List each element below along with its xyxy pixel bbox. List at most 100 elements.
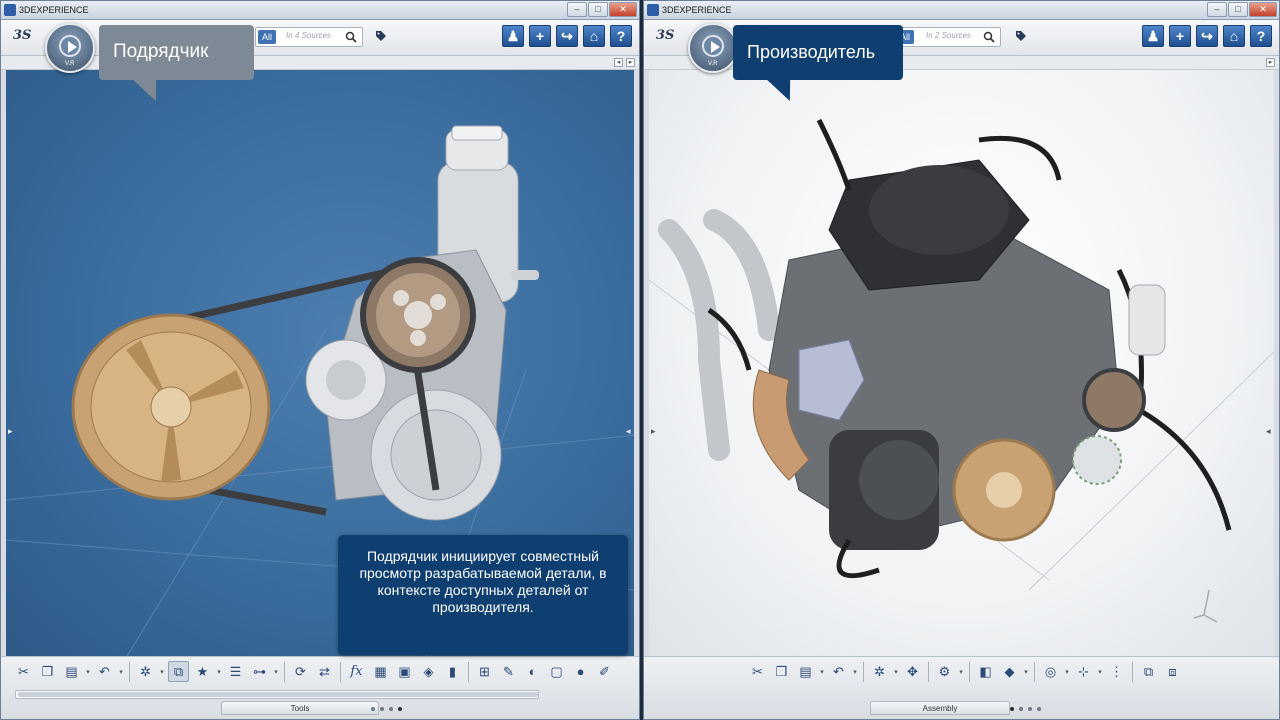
- tag-icon[interactable]: [1015, 30, 1027, 42]
- expand-right-icon[interactable]: ◂: [1266, 426, 1272, 438]
- formula-icon[interactable]: fx: [346, 661, 367, 682]
- copy-icon[interactable]: ❐: [37, 661, 58, 682]
- layers-icon[interactable]: ⧈: [1162, 661, 1183, 682]
- link-icon[interactable]: ⧉: [1138, 661, 1159, 682]
- refresh-icon[interactable]: ⟳: [290, 661, 311, 682]
- chevron-down-icon[interactable]: ▾: [85, 661, 91, 682]
- chevron-down-icon[interactable]: ▾: [819, 661, 825, 682]
- explode-icon[interactable]: ✥: [902, 661, 923, 682]
- search-icon[interactable]: [345, 31, 357, 43]
- chevron-down-icon[interactable]: ▾: [216, 661, 222, 682]
- minimize-button[interactable]: –: [1207, 2, 1227, 17]
- add-icon[interactable]: +: [529, 25, 551, 47]
- chevron-down-icon[interactable]: ▾: [1064, 661, 1070, 682]
- edit-icon[interactable]: ✎: [498, 661, 519, 682]
- scroll-thumb[interactable]: [18, 692, 538, 697]
- user-icon[interactable]: ♟: [1142, 25, 1164, 47]
- section-icon[interactable]: ◧: [975, 661, 996, 682]
- maximize-button[interactable]: □: [588, 2, 608, 17]
- axis-icon[interactable]: ⊹: [1073, 661, 1094, 682]
- update-icon[interactable]: ✲: [135, 661, 156, 682]
- catalog-icon[interactable]: ⊞: [474, 661, 495, 682]
- pager-dot[interactable]: [371, 707, 375, 711]
- chevron-down-icon[interactable]: ▾: [1023, 661, 1029, 682]
- 3d-viewport[interactable]: ▸ ◂: [649, 70, 1274, 656]
- search-input[interactable]: All In 4 Sources: [255, 27, 363, 47]
- collapse-left-icon[interactable]: ◂: [614, 58, 623, 67]
- play-icon[interactable]: [59, 35, 81, 57]
- material-icon[interactable]: ●: [570, 661, 591, 682]
- search-icon[interactable]: [983, 31, 995, 43]
- 3ds-logo[interactable]: 3S: [656, 28, 674, 43]
- collapse-right-icon[interactable]: ▸: [1266, 58, 1275, 67]
- structure-icon[interactable]: ⋮: [1106, 661, 1127, 682]
- chevron-down-icon[interactable]: ▾: [118, 661, 124, 682]
- rule-icon[interactable]: ◈: [418, 661, 439, 682]
- search-filter-button[interactable]: All: [258, 30, 277, 44]
- pager-dot[interactable]: [389, 707, 393, 711]
- share-icon[interactable]: ↪: [556, 25, 578, 47]
- properties-icon[interactable]: ☰: [225, 661, 246, 682]
- toolbar-scrollbar[interactable]: [15, 690, 539, 699]
- constraint-icon[interactable]: ◐: [522, 661, 543, 682]
- help-icon[interactable]: ?: [610, 25, 632, 47]
- replace-icon[interactable]: ⇄: [314, 661, 335, 682]
- pager-dot-active[interactable]: [1010, 707, 1014, 711]
- pager-dot-active[interactable]: [398, 707, 402, 711]
- tree-icon[interactable]: ⊶: [249, 661, 270, 682]
- engine-assembly-model[interactable]: [649, 70, 1274, 656]
- undo-icon[interactable]: ↶: [94, 661, 115, 682]
- chevron-down-icon[interactable]: ▾: [273, 661, 279, 682]
- expand-left-icon[interactable]: ▸: [651, 426, 657, 438]
- pager-dot[interactable]: [1028, 707, 1032, 711]
- table-icon[interactable]: ▦: [370, 661, 391, 682]
- maximize-button[interactable]: □: [1228, 2, 1248, 17]
- box-icon[interactable]: ▢: [546, 661, 567, 682]
- title-bar[interactable]: 3DEXPERIENCE – □ ✕: [644, 1, 1279, 20]
- chevron-down-icon[interactable]: ▾: [958, 661, 964, 682]
- constraint-icon[interactable]: ⚙: [934, 661, 955, 682]
- section-pager[interactable]: [1010, 707, 1041, 711]
- expand-left-icon[interactable]: ▸: [8, 426, 14, 438]
- tag-icon[interactable]: [375, 30, 387, 42]
- pager-dot[interactable]: [1037, 707, 1041, 711]
- update-icon[interactable]: ✲: [869, 661, 890, 682]
- chevron-down-icon[interactable]: ▾: [1097, 661, 1103, 682]
- add-icon[interactable]: +: [1169, 25, 1191, 47]
- collapse-right-icon[interactable]: ▸: [626, 58, 635, 67]
- close-button[interactable]: ✕: [609, 2, 637, 17]
- paste-icon[interactable]: ▤: [795, 661, 816, 682]
- plane-icon[interactable]: ◆: [999, 661, 1020, 682]
- view-icon[interactable]: ◎: [1040, 661, 1061, 682]
- favorite-icon[interactable]: ★: [192, 661, 213, 682]
- paste-icon[interactable]: ▤: [61, 661, 82, 682]
- play-icon[interactable]: [702, 35, 724, 57]
- section-tab-tools[interactable]: Tools: [221, 701, 379, 715]
- search-input[interactable]: All In 2 Sources: [896, 27, 1001, 47]
- home-icon[interactable]: ⌂: [1223, 25, 1245, 47]
- section-tab-assembly[interactable]: Assembly: [870, 701, 1010, 715]
- collaborate-icon[interactable]: ⧉: [168, 661, 189, 682]
- undo-icon[interactable]: ↶: [828, 661, 849, 682]
- pager-dot[interactable]: [1019, 707, 1023, 711]
- expand-right-icon[interactable]: ◂: [626, 426, 632, 438]
- pager-dot[interactable]: [380, 707, 384, 711]
- user-icon[interactable]: ♟: [502, 25, 524, 47]
- measure-icon[interactable]: ▮: [442, 661, 463, 682]
- pencil-icon[interactable]: ✐: [594, 661, 615, 682]
- 3ds-logo[interactable]: 3S: [13, 28, 31, 43]
- cut-icon[interactable]: ✂: [13, 661, 34, 682]
- minimize-button[interactable]: –: [567, 2, 587, 17]
- section-pager[interactable]: [371, 707, 402, 711]
- chevron-down-icon[interactable]: ▾: [893, 661, 899, 682]
- title-bar[interactable]: 3DEXPERIENCE – □ ✕: [1, 1, 639, 20]
- cut-icon[interactable]: ✂: [747, 661, 768, 682]
- share-icon[interactable]: ↪: [1196, 25, 1218, 47]
- chevron-down-icon[interactable]: ▾: [159, 661, 165, 682]
- help-icon[interactable]: ?: [1250, 25, 1272, 47]
- close-button[interactable]: ✕: [1249, 2, 1277, 17]
- chevron-down-icon[interactable]: ▾: [852, 661, 858, 682]
- compass-icon[interactable]: V.R: [688, 23, 738, 73]
- parameters-icon[interactable]: ▣: [394, 661, 415, 682]
- compass-icon[interactable]: V.R: [45, 23, 95, 73]
